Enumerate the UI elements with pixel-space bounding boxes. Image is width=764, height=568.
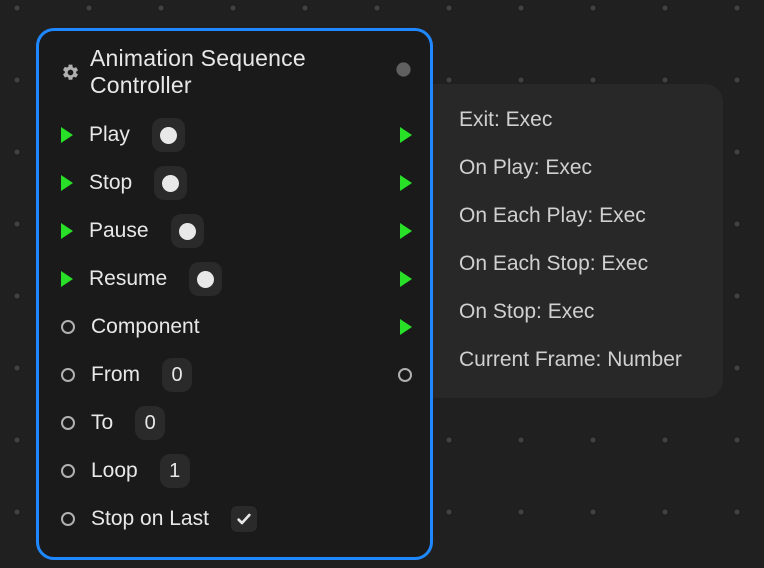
info-icon[interactable] (395, 61, 412, 83)
port-in-component-icon[interactable] (61, 320, 75, 334)
dot-icon (160, 127, 177, 144)
on-play-label: On Play: Exec (459, 156, 592, 180)
dot-icon (197, 271, 214, 288)
to-value: 0 (145, 412, 156, 435)
port-in-stop-on-last-icon[interactable] (61, 512, 75, 526)
exec-out-pause-icon[interactable] (400, 223, 412, 239)
loop-value-input[interactable]: 1 (160, 454, 190, 488)
exec-out-resume-icon[interactable] (400, 271, 412, 287)
exec-out-play-icon[interactable] (400, 127, 412, 143)
input-row-resume: Resume (39, 255, 430, 303)
exec-in-stop-icon[interactable] (61, 175, 73, 191)
pause-label: Pause (89, 219, 149, 243)
port-out-from-icon[interactable] (398, 368, 412, 382)
output-row-on-play: On Play: Exec (459, 144, 705, 192)
play-label: Play (89, 123, 130, 147)
pause-value-slot[interactable] (171, 214, 204, 248)
exec-in-resume-icon[interactable] (61, 271, 73, 287)
on-each-stop-label: On Each Stop: Exec (459, 252, 648, 276)
node-header: Animation Sequence Controller (39, 31, 430, 111)
component-label: Component (91, 315, 200, 339)
gear-icon[interactable] (61, 63, 80, 82)
stop-label: Stop (89, 171, 132, 195)
resume-label: Resume (89, 267, 167, 291)
loop-value: 1 (169, 460, 180, 483)
check-icon (236, 511, 252, 527)
node-title: Animation Sequence Controller (90, 45, 387, 99)
to-value-input[interactable]: 0 (135, 406, 165, 440)
from-value: 0 (171, 364, 182, 387)
output-panel: Exit: Exec On Play: Exec On Each Play: E… (433, 84, 723, 398)
input-row-from: From 0 (39, 351, 430, 399)
from-value-input[interactable]: 0 (162, 358, 192, 392)
node-container: Animation Sequence Controller Play Stop (36, 28, 723, 560)
input-row-play: Play (39, 111, 430, 159)
output-row-current-frame: Current Frame: Number (459, 336, 705, 384)
port-in-to-icon[interactable] (61, 416, 75, 430)
from-label: From (91, 363, 140, 387)
dot-icon (179, 223, 196, 240)
output-row-exit: Exit: Exec (459, 96, 705, 144)
stop-on-last-checkbox[interactable] (231, 506, 257, 532)
exit-label: Exit: Exec (459, 108, 552, 132)
port-in-from-icon[interactable] (61, 368, 75, 382)
output-row-on-each-stop: On Each Stop: Exec (459, 240, 705, 288)
animation-sequence-node[interactable]: Animation Sequence Controller Play Stop (36, 28, 433, 560)
input-row-component: Component (39, 303, 430, 351)
output-row-on-each-play: On Each Play: Exec (459, 192, 705, 240)
input-row-to: To 0 (39, 399, 430, 447)
play-value-slot[interactable] (152, 118, 185, 152)
input-row-loop: Loop 1 (39, 447, 430, 495)
on-stop-label: On Stop: Exec (459, 300, 594, 324)
stop-on-last-label: Stop on Last (91, 507, 209, 531)
stop-value-slot[interactable] (154, 166, 187, 200)
current-frame-label: Current Frame: Number (459, 348, 682, 372)
exec-out-component-icon[interactable] (400, 319, 412, 335)
loop-label: Loop (91, 459, 138, 483)
input-row-stop-on-last: Stop on Last (39, 495, 430, 543)
dot-icon (162, 175, 179, 192)
input-row-pause: Pause (39, 207, 430, 255)
to-label: To (91, 411, 113, 435)
on-each-play-label: On Each Play: Exec (459, 204, 646, 228)
port-in-loop-icon[interactable] (61, 464, 75, 478)
output-row-on-stop: On Stop: Exec (459, 288, 705, 336)
resume-value-slot[interactable] (189, 262, 222, 296)
exec-out-stop-icon[interactable] (400, 175, 412, 191)
input-row-stop: Stop (39, 159, 430, 207)
exec-in-play-icon[interactable] (61, 127, 73, 143)
exec-in-pause-icon[interactable] (61, 223, 73, 239)
